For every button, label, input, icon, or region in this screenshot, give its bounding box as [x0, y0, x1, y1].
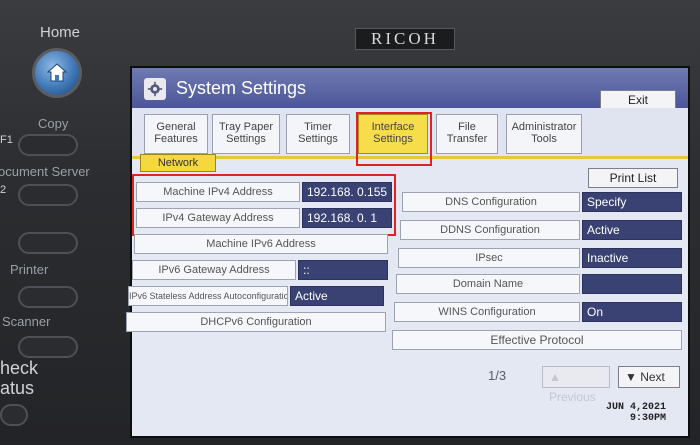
tab-administrator-tools[interactable]: Administrator Tools: [506, 114, 582, 154]
printer-button[interactable]: [18, 232, 78, 254]
row-label: DDNS Configuration: [400, 220, 580, 240]
row-domain-name[interactable]: Domain Name: [396, 274, 684, 294]
row-wins[interactable]: WINS Configuration On: [394, 302, 684, 322]
tab-tray-paper-settings[interactable]: Tray Paper Settings: [212, 114, 280, 154]
page-title: System Settings: [176, 78, 307, 98]
row-dns[interactable]: DNS Configuration Specify: [402, 192, 684, 212]
scanner-button-upper[interactable]: [18, 286, 78, 308]
f2-label: 2: [0, 184, 7, 196]
home-label: Home: [40, 24, 81, 41]
row-value: Specify: [582, 192, 682, 212]
printer-bezel: RICOH Home Copy F1 ocument Server 2 Prin…: [0, 0, 700, 445]
previous-label: Previous: [549, 390, 596, 404]
brand-logo: RICOH: [355, 28, 455, 50]
date-text: JUN 4,2021: [605, 402, 666, 413]
check-status-label-1: heck: [0, 358, 39, 378]
scanner-button[interactable]: [18, 336, 78, 358]
dhcpv6-button[interactable]: DHCPv6 Configuration: [126, 312, 386, 332]
left-key-panel: Home Copy F1 ocument Server 2 Printer Sc…: [0, 0, 120, 445]
row-value: Active: [582, 220, 682, 240]
home-button[interactable]: [32, 48, 82, 98]
row-ipv6-gateway[interactable]: IPv6 Gateway Address ::: [132, 260, 388, 280]
check-status-label-2: atus: [0, 378, 35, 398]
row-label: IPsec: [398, 248, 580, 268]
print-list-button[interactable]: Print List: [588, 168, 678, 188]
ipv4-highlight: [132, 174, 396, 236]
row-label: IPv6 Gateway Address: [132, 260, 296, 280]
row-value: [582, 274, 682, 294]
row-value: ::: [298, 260, 388, 280]
row-ipsec[interactable]: IPsec Inactive: [398, 248, 684, 268]
row-value: On: [582, 302, 682, 322]
row-label: Domain Name: [396, 274, 580, 294]
row-label: IPv6 Stateless Address Autoconfiguration: [128, 286, 288, 306]
previous-button[interactable]: ▲ Previous: [542, 366, 610, 404]
sub-tab-network[interactable]: Network: [140, 154, 216, 172]
document-server-button[interactable]: [18, 184, 78, 206]
check-status-button[interactable]: [0, 404, 28, 426]
exit-button[interactable]: Exit: [600, 90, 676, 110]
interface-tab-highlight: [356, 112, 432, 166]
gear-icon: [144, 78, 166, 100]
copy-label: Copy: [38, 116, 69, 131]
row-label: WINS Configuration: [394, 302, 580, 322]
down-arrow-icon: ▼: [625, 370, 641, 384]
copy-button[interactable]: [18, 134, 78, 156]
up-arrow-icon: ▲: [549, 370, 561, 384]
scanner-label: Scanner: [2, 314, 51, 329]
time-text: 9:30PM: [629, 413, 666, 424]
printer-label: Printer: [10, 262, 49, 277]
machine-ipv6-button[interactable]: Machine IPv6 Address: [134, 234, 388, 254]
row-value: Active: [290, 286, 384, 306]
next-label: Next: [640, 370, 665, 384]
date-time: JUN 4,2021 9:30PM: [602, 402, 666, 424]
row-ipv6-stateless[interactable]: IPv6 Stateless Address Autoconfiguration…: [128, 286, 384, 306]
tab-timer-settings[interactable]: Timer Settings: [286, 114, 350, 154]
document-server-label: ocument Server: [0, 164, 90, 179]
touch-screen: System Settings Exit General Features Tr…: [126, 66, 690, 438]
page-indicator: 1/3: [488, 368, 507, 383]
tab-general-features[interactable]: General Features: [144, 114, 208, 154]
row-value: Inactive: [582, 248, 682, 268]
f1-label: F1: [0, 134, 13, 146]
row-ddns[interactable]: DDNS Configuration Active: [400, 220, 684, 240]
tab-file-transfer[interactable]: File Transfer: [436, 114, 498, 154]
row-label: DNS Configuration: [402, 192, 580, 212]
home-icon: [46, 63, 68, 82]
effective-protocol-button[interactable]: Effective Protocol: [392, 330, 682, 350]
next-button[interactable]: ▼ Next: [618, 366, 680, 388]
